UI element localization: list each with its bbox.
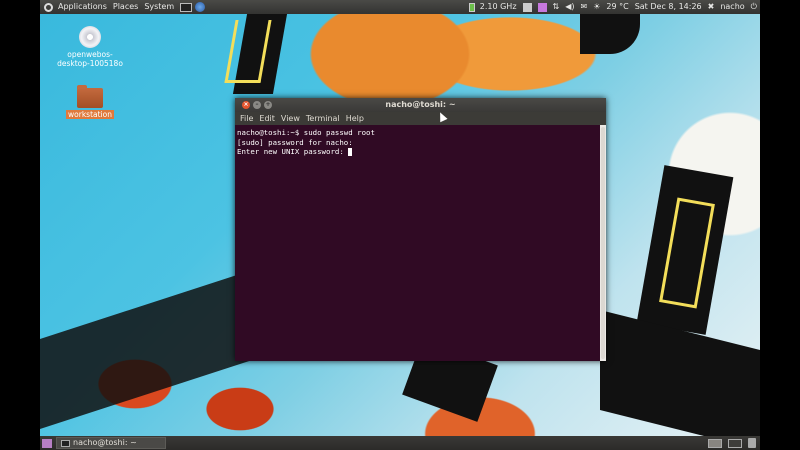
user-icon: ✖ bbox=[707, 2, 715, 11]
taskbar-item-terminal[interactable]: nacho@toshi: ~ bbox=[56, 437, 166, 449]
menu-system[interactable]: System bbox=[141, 0, 177, 14]
close-icon[interactable]: × bbox=[242, 101, 250, 109]
envelope-icon[interactable]: ✉ bbox=[581, 0, 588, 14]
weather-temperature[interactable]: 29 °C bbox=[603, 0, 631, 14]
browser-launcher-icon[interactable] bbox=[195, 2, 206, 12]
menu-places[interactable]: Places bbox=[110, 0, 141, 14]
menu-edit[interactable]: Edit bbox=[257, 112, 277, 125]
cpu-freq-icon[interactable] bbox=[468, 2, 475, 12]
top-panel: Applications Places System 2.10 GHz ⇅ ◀)… bbox=[40, 0, 760, 14]
window-titlebar[interactable]: × – + nacho@toshi: ~ bbox=[235, 98, 606, 112]
disc-icon bbox=[79, 26, 101, 48]
trash-icon[interactable] bbox=[748, 438, 756, 448]
menu-applications[interactable]: Applications bbox=[55, 0, 110, 14]
taskbar-item-label: nacho@toshi: ~ bbox=[73, 438, 137, 447]
network-icon[interactable] bbox=[522, 2, 532, 12]
clock[interactable]: Sat Dec 8, 14:26 bbox=[632, 0, 705, 14]
terminal-launcher-icon[interactable] bbox=[180, 2, 193, 12]
cpu-frequency[interactable]: 2.10 GHz bbox=[477, 0, 520, 14]
menu-help[interactable]: Help bbox=[344, 112, 366, 125]
window-controls: × – + bbox=[242, 101, 272, 109]
folder-icon bbox=[77, 85, 103, 108]
ubuntu-logo-icon[interactable] bbox=[44, 2, 53, 12]
desktop-screen: Applications Places System 2.10 GHz ⇅ ◀)… bbox=[40, 0, 760, 450]
text-cursor bbox=[348, 148, 353, 156]
maximize-icon[interactable]: + bbox=[264, 101, 272, 109]
terminal-prompt-text: Enter new UNIX password: bbox=[237, 147, 349, 156]
desktop-icon-disc[interactable]: openwebos-desktop-100518o bbox=[55, 26, 125, 68]
desktop-icon-label: openwebos-desktop-100518o bbox=[57, 50, 123, 68]
window-title: nacho@toshi: ~ bbox=[385, 100, 456, 109]
weather-icon: ☀ bbox=[593, 2, 601, 11]
terminal-icon bbox=[61, 439, 70, 447]
mail-icon[interactable]: ⇅ bbox=[553, 0, 560, 14]
terminal-line: nacho@toshi:~$ sudo passwd root bbox=[237, 128, 375, 137]
terminal-menubar: File Edit View Terminal Help bbox=[235, 112, 606, 125]
menu-terminal[interactable]: Terminal bbox=[304, 112, 342, 125]
desktop-icon-label: workstation bbox=[66, 110, 114, 119]
scrollbar-thumb[interactable] bbox=[601, 127, 605, 359]
user-menu[interactable]: nacho bbox=[717, 0, 747, 14]
terminal-line: Enter new UNIX password: bbox=[237, 147, 598, 157]
indicator-area: 2.10 GHz ⇅ ◀) ✉ ☀ 29 °C Sat Dec 8, 14:26… bbox=[468, 0, 760, 14]
terminal-line: [sudo] password for nacho: bbox=[237, 137, 353, 147]
power-icon[interactable]: ⏻ bbox=[751, 0, 757, 14]
terminal-output[interactable]: nacho@toshi:~$ sudo passwd root [sudo] p… bbox=[235, 125, 600, 361]
volume-icon[interactable]: ◀) bbox=[565, 0, 574, 14]
menu-view[interactable]: View bbox=[279, 112, 302, 125]
workspace-switcher bbox=[708, 438, 756, 448]
workspace-1[interactable] bbox=[708, 438, 722, 448]
minimize-icon[interactable]: – bbox=[253, 101, 261, 109]
bottom-panel: nacho@toshi: ~ bbox=[40, 436, 760, 450]
terminal-window[interactable]: × – + nacho@toshi: ~ File Edit View Term… bbox=[235, 98, 606, 361]
workspace-2[interactable] bbox=[728, 438, 742, 448]
desktop-icon-folder[interactable]: workstation bbox=[55, 85, 125, 119]
show-desktop-icon[interactable] bbox=[42, 438, 52, 448]
chat-icon[interactable] bbox=[537, 2, 547, 12]
terminal-scrollbar[interactable] bbox=[600, 125, 606, 361]
menu-file[interactable]: File bbox=[238, 112, 255, 125]
